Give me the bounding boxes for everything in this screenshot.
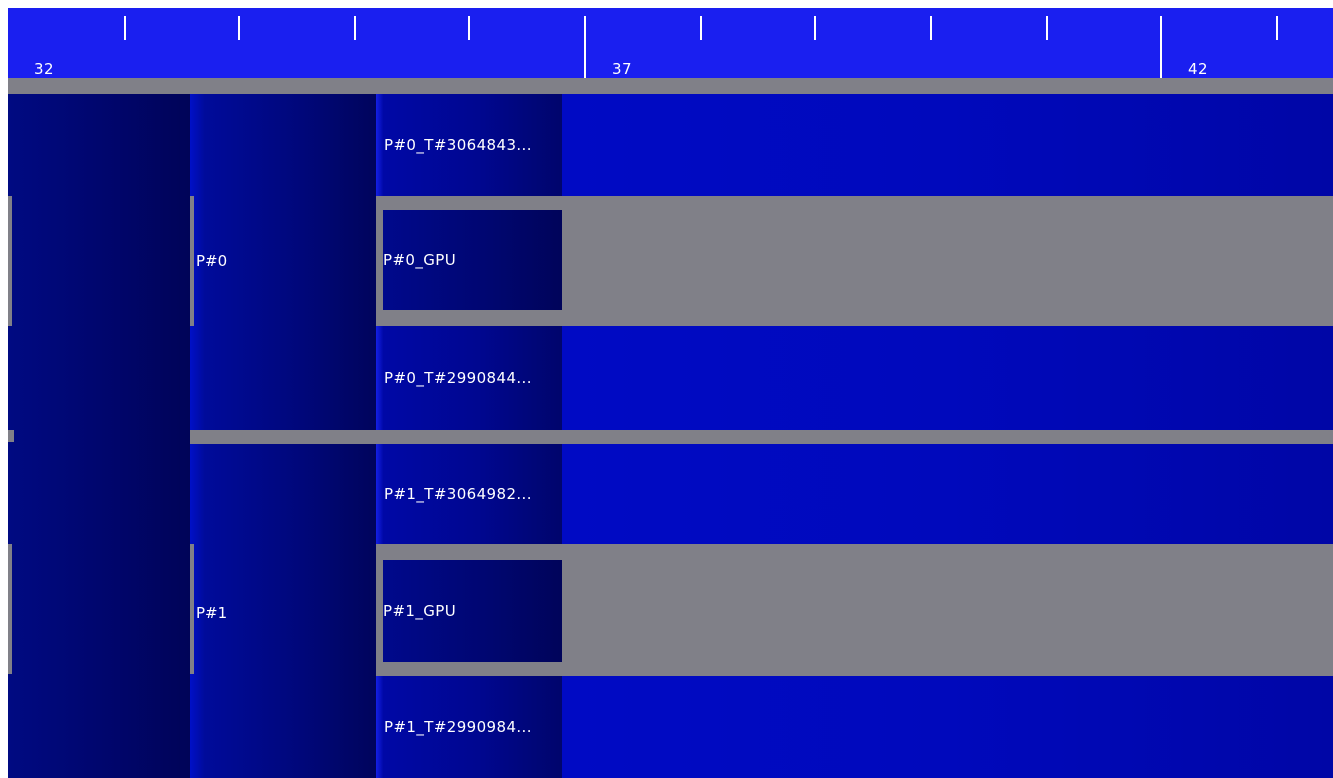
ruler-tick <box>700 16 702 40</box>
ruler-tick <box>930 16 932 40</box>
process-label-p1[interactable]: P#1 <box>196 604 227 622</box>
thread-timeline-track[interactable] <box>562 676 1333 778</box>
tree-connector <box>8 430 14 442</box>
ruler-tick <box>238 16 240 40</box>
ruler-label: 32 <box>34 60 55 78</box>
thread-row[interactable]: P#1_T#2990984... <box>376 676 562 778</box>
ruler-tick <box>1276 16 1278 40</box>
ruler-tick <box>124 16 126 40</box>
thread-timeline-track[interactable] <box>562 326 1333 430</box>
root-node-column[interactable] <box>8 94 190 778</box>
ruler-major-tick <box>1160 16 1162 78</box>
gpu-label: P#1_GPU <box>383 602 457 620</box>
ruler-tick <box>354 16 356 40</box>
thread-label: P#0_T#3064843... <box>384 136 532 154</box>
process-bracket <box>190 196 194 326</box>
thread-row[interactable]: P#0_T#2990844... <box>376 326 562 430</box>
ruler-label: 37 <box>612 60 633 78</box>
ruler-major-tick <box>584 16 586 78</box>
thread-label: P#1_T#2990984... <box>384 718 532 736</box>
tree-connector <box>8 544 12 674</box>
ruler-tick <box>468 16 470 40</box>
process-label-p0[interactable]: P#0 <box>196 252 227 270</box>
ruler-tick <box>1046 16 1048 40</box>
thread-timeline-track[interactable] <box>562 444 1333 544</box>
gpu-label: P#0_GPU <box>383 251 457 269</box>
thread-timeline-track[interactable] <box>562 94 1333 196</box>
thread-label: P#0_T#2990844... <box>384 369 532 387</box>
ruler-label: 42 <box>1188 60 1209 78</box>
tree-connector <box>8 196 12 326</box>
gpu-node-p0[interactable]: P#0_GPU <box>383 210 562 310</box>
gpu-node-p1[interactable]: P#1_GPU <box>383 560 562 662</box>
process-bracket <box>190 544 194 674</box>
thread-label: P#1_T#3064982... <box>384 485 532 503</box>
ruler-separator <box>8 78 1333 94</box>
process-separator <box>190 430 1333 444</box>
thread-row[interactable]: P#1_T#3064982... <box>376 444 562 544</box>
ruler-tick <box>814 16 816 40</box>
thread-row[interactable]: P#0_T#3064843... <box>376 94 562 196</box>
time-ruler[interactable]: 32 37 42 <box>8 8 1333 78</box>
